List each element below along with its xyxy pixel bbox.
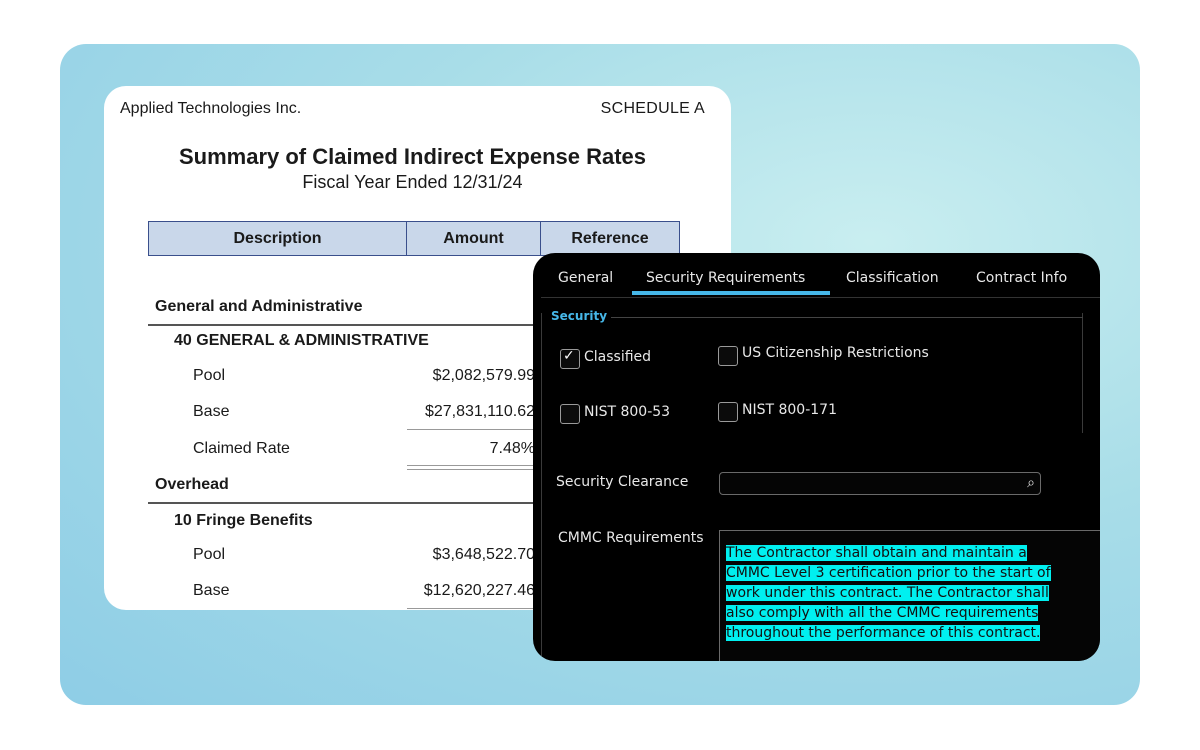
oh-pool-label: Pool: [193, 546, 226, 563]
search-icon[interactable]: ⌕: [1027, 475, 1035, 491]
classified-checkbox[interactable]: ✓: [560, 348, 580, 369]
subsection-ga: 40 GENERAL & ADMINISTRATIVE: [174, 332, 429, 349]
text-line: The Contractor shall obtain and maintain…: [726, 545, 1027, 561]
selected-text: The Contractor shall obtain and maintain…: [726, 543, 1084, 643]
column-header-description: Description: [148, 221, 407, 256]
divider: [541, 297, 1100, 298]
section-title-security: Security: [551, 309, 608, 323]
column-header-reference: Reference: [540, 221, 680, 256]
oh-base-value: $12,620,227.46: [423, 582, 535, 599]
ga-pool-label: Pool: [193, 367, 226, 384]
tab-classification[interactable]: Classification: [846, 270, 939, 286]
security-requirements-dialog: General Security Requirements Classifica…: [533, 253, 1100, 661]
text-line: work under this contract. The Contractor…: [726, 585, 1049, 601]
document-title: Summary of Claimed Indirect Expense Rate…: [178, 144, 647, 169]
double-underline: [407, 465, 537, 470]
divider: [541, 313, 542, 661]
tab-contract-info[interactable]: Contract Info: [976, 270, 1067, 286]
us-citizenship-label: US Citizenship Restrictions: [742, 345, 929, 361]
ga-base-value: $27,831,110.62: [424, 403, 535, 420]
cmmc-requirements-textarea[interactable]: The Contractor shall obtain and maintain…: [719, 530, 1100, 661]
tab-security-requirements[interactable]: Security Requirements: [646, 270, 805, 286]
oh-base-label: Base: [193, 582, 230, 599]
column-header-table: Description Amount Reference: [148, 221, 680, 256]
oh-pool-value: $3,648,522.70: [432, 546, 535, 563]
check-icon: ✓: [563, 348, 575, 364]
active-tab-indicator: [632, 291, 830, 295]
text-line: throughout the performance of this contr…: [726, 625, 1041, 641]
cmmc-requirements-label: CMMC Requirements: [558, 530, 704, 546]
tab-general[interactable]: General: [558, 270, 613, 286]
nist-800-53-label: NIST 800-53: [584, 404, 671, 420]
security-clearance-label: Security Clearance: [556, 474, 689, 490]
security-clearance-search-input[interactable]: ⌕: [719, 472, 1041, 495]
text-line: also comply with all the CMMC requiremen…: [726, 605, 1039, 621]
company-name: Applied Technologies Inc.: [120, 100, 302, 117]
subsection-fringe: 10 Fringe Benefits: [174, 512, 313, 529]
divider: [407, 429, 537, 430]
classified-label: Classified: [584, 349, 652, 365]
nist-800-171-checkbox[interactable]: [718, 402, 738, 422]
divider: [611, 317, 1083, 318]
tab-bar: General Security Requirements Classifica…: [533, 253, 1100, 297]
ga-base-label: Base: [193, 403, 230, 420]
section-heading-ga: General and Administrative: [155, 298, 363, 315]
nist-800-53-checkbox[interactable]: [560, 404, 580, 424]
us-citizenship-checkbox[interactable]: [718, 346, 738, 366]
divider: [148, 324, 548, 326]
text-line: CMMC Level 3 certification prior to the …: [726, 565, 1051, 581]
document-subtitle: Fiscal Year Ended 12/31/24: [302, 172, 523, 192]
schedule-label: SCHEDULE A: [600, 100, 705, 117]
section-heading-overhead: Overhead: [155, 476, 229, 493]
ga-pool-value: $2,082,579.99: [432, 367, 535, 384]
ga-rate-value: 7.48%: [489, 440, 535, 457]
column-header-amount: Amount: [406, 221, 541, 256]
divider: [407, 608, 537, 609]
divider: [148, 502, 548, 504]
divider: [1082, 313, 1083, 433]
nist-800-171-label: NIST 800-171: [742, 402, 837, 418]
ga-rate-label: Claimed Rate: [193, 440, 290, 457]
